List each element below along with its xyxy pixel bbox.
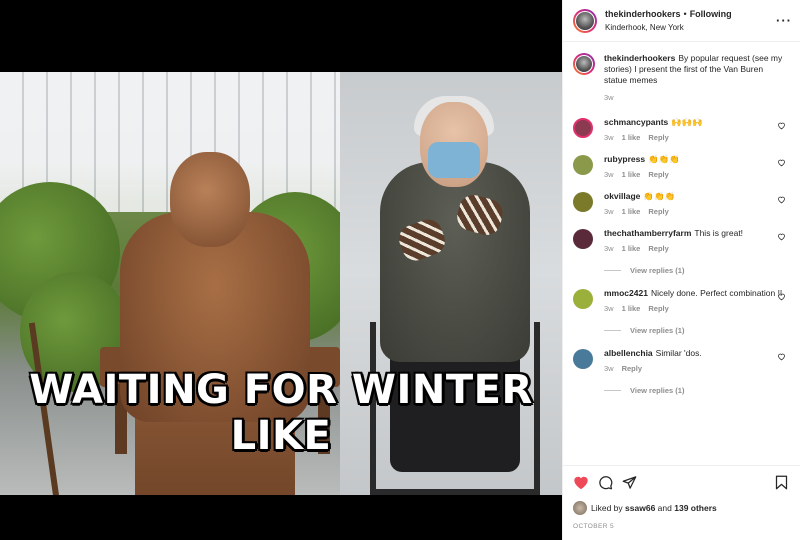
comment-text: Nicely done. Perfect combination !! (650, 288, 783, 298)
view-replies-button[interactable]: View replies (1) (604, 266, 790, 275)
comment-text: 👏👏👏 (648, 154, 680, 164)
liked-by: Liked by ssaw66 and 139 others (573, 501, 790, 515)
comment-likes[interactable]: 1 like (622, 244, 641, 253)
comment-like-icon[interactable] (777, 158, 786, 167)
separator-dot: • (683, 8, 687, 19)
post-actions: Liked by ssaw66 and 139 others OCTOBER 5 (563, 465, 800, 540)
comment: mmoc2421 Nicely done. Perfect combination… (573, 288, 790, 313)
comments-list[interactable]: thekinderhookers By popular request (see … (563, 43, 800, 463)
comment-like-icon[interactable] (777, 195, 786, 204)
commenter-avatar[interactable] (573, 349, 593, 369)
comment-username[interactable]: mmoc2421 (604, 288, 648, 298)
post-location[interactable]: Kinderhook, New York (605, 21, 732, 34)
comment: albellenchia Similar 'dos. 3w Reply (573, 348, 790, 373)
statue-head (170, 152, 250, 247)
post-date[interactable]: OCTOBER 5 (573, 523, 790, 530)
comment-time[interactable]: 3w (604, 170, 614, 179)
view-replies-label: View replies (1) (630, 326, 685, 335)
commenter-avatar[interactable] (573, 118, 593, 138)
reply-button[interactable]: Reply (622, 364, 642, 373)
commenter-avatar[interactable] (573, 229, 593, 249)
meme-caption: WAITING FOR WINTER LIKE (29, 367, 533, 459)
liked-by-prefix: Liked by (591, 503, 623, 513)
view-replies-button[interactable]: View replies (1) (604, 326, 790, 335)
comment-time[interactable]: 3w (604, 207, 614, 216)
comment-username[interactable]: schmancypants (604, 117, 668, 127)
comment-time[interactable]: 3w (604, 364, 614, 373)
commenter-avatar[interactable] (573, 192, 593, 212)
comment-text: Similar 'dos. (655, 348, 702, 358)
post-image[interactable]: WAITING FOR WINTER LIKE (0, 72, 562, 495)
caption-avatar[interactable] (573, 53, 595, 75)
liked-by-user[interactable]: ssaw66 (625, 503, 655, 513)
liked-by-others[interactable]: 139 others (674, 503, 717, 513)
liker-avatar[interactable] (573, 501, 587, 515)
reply-button[interactable]: Reply (648, 207, 668, 216)
comment-time[interactable]: 3w (604, 304, 614, 313)
comment-time[interactable]: 3w (604, 244, 614, 253)
coat (380, 162, 530, 362)
comment-icon[interactable] (598, 475, 613, 490)
more-options-icon[interactable]: ··· (776, 13, 792, 28)
author-username[interactable]: thekinderhookers (605, 9, 681, 19)
comment-like-icon[interactable] (777, 121, 786, 130)
comment-text: 🙌🙌🙌 (671, 117, 704, 127)
view-replies-label: View replies (1) (630, 266, 685, 275)
comment-username[interactable]: rubypress (604, 154, 645, 164)
like-heart-icon[interactable] (573, 475, 589, 490)
author-avatar[interactable] (573, 8, 597, 33)
bookmark-icon[interactable] (775, 475, 788, 490)
reply-button[interactable]: Reply (648, 133, 668, 142)
comment-time[interactable]: 3w (604, 133, 614, 142)
share-icon[interactable] (622, 475, 637, 490)
comment: okvillage 👏👏👏 3w 1 like Reply (573, 191, 790, 216)
caption-username[interactable]: thekinderhookers (604, 53, 675, 63)
comment-likes[interactable]: 1 like (622, 170, 641, 179)
post-side-panel: thekinderhookers • Following Kinderhook, N… (562, 0, 800, 540)
comment-like-icon[interactable] (777, 232, 786, 241)
comment-like-icon[interactable] (777, 352, 786, 361)
comment-username[interactable]: albellenchia (604, 348, 653, 358)
reply-button[interactable]: Reply (648, 304, 668, 313)
post-media[interactable]: WAITING FOR WINTER LIKE (0, 0, 562, 540)
liked-by-and: and (657, 503, 672, 513)
post-header: thekinderhookers • Following Kinderhook, N… (563, 0, 800, 42)
commenter-avatar[interactable] (573, 155, 593, 175)
view-replies-button[interactable]: View replies (1) (604, 386, 790, 395)
comment: schmancypants 🙌🙌🙌 3w 1 like Reply (573, 117, 790, 142)
replies-divider (604, 390, 621, 391)
comment-likes[interactable]: 1 like (622, 133, 641, 142)
post-caption: thekinderhookers By popular request (see … (573, 53, 790, 102)
follow-status[interactable]: Following (690, 9, 732, 19)
comment-likes[interactable]: 1 like (622, 207, 641, 216)
comment: rubypress 👏👏👏 3w 1 like Reply (573, 154, 790, 179)
caption-time[interactable]: 3w (604, 93, 614, 102)
face-mask (428, 142, 480, 178)
comment-likes[interactable]: 1 like (622, 304, 641, 313)
view-replies-label: View replies (1) (630, 386, 685, 395)
comment-text: This is great! (694, 228, 744, 238)
commenter-avatar[interactable] (573, 289, 593, 309)
comment-like-icon[interactable] (777, 292, 786, 301)
reply-button[interactable]: Reply (648, 244, 668, 253)
action-icons (573, 474, 790, 491)
replies-divider (604, 270, 621, 271)
comment-username[interactable]: thechathamberryfarm (604, 228, 691, 238)
comment-username[interactable]: okvillage (604, 191, 640, 201)
comment-text: 👏👏👏 (643, 191, 676, 201)
replies-divider (604, 330, 621, 331)
reply-button[interactable]: Reply (648, 170, 668, 179)
comment: thechathamberryfarm This is great! 3w 1 li… (573, 228, 790, 253)
